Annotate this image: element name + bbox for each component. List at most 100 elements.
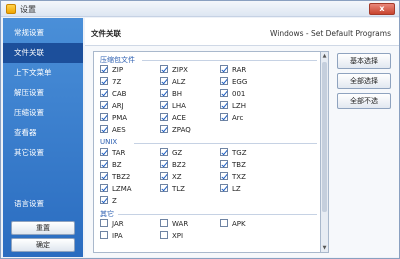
checkbox-empty-icon[interactable] (100, 219, 108, 227)
file-type-checkbox-zipx[interactable]: ZIPX (160, 65, 188, 75)
checkbox-checked-icon[interactable] (220, 113, 228, 121)
file-type-checkbox-rar[interactable]: RAR (220, 65, 246, 75)
file-type-checkbox-txz[interactable]: TXZ (220, 172, 246, 182)
scroll-down-icon[interactable]: ▼ (321, 244, 328, 252)
file-type-label: PMA (112, 114, 128, 122)
file-type-checkbox-7z[interactable]: 7Z (100, 77, 121, 87)
file-type-checkbox-cab[interactable]: CAB (100, 89, 126, 99)
file-type-checkbox-arj[interactable]: ARJ (100, 101, 124, 111)
checkbox-checked-icon[interactable] (100, 196, 108, 204)
scroll-thumb[interactable] (322, 62, 327, 212)
file-type-checkbox-tlz[interactable]: TLZ (160, 184, 185, 194)
checkbox-checked-icon[interactable] (160, 125, 168, 133)
file-type-checkbox-tgz[interactable]: TGZ (220, 148, 247, 158)
select-none-button[interactable]: 全部不选 (337, 93, 391, 109)
file-type-checkbox-bz[interactable]: BZ (100, 160, 122, 170)
checkbox-checked-icon[interactable] (100, 160, 108, 168)
file-type-checkbox-lzh[interactable]: LZH (220, 101, 246, 111)
file-type-label: LZMA (112, 185, 132, 193)
ok-button[interactable]: 确定 (11, 238, 75, 252)
checkbox-checked-icon[interactable] (160, 77, 168, 85)
checkbox-checked-icon[interactable] (100, 65, 108, 73)
checkbox-checked-icon[interactable] (100, 101, 108, 109)
checkbox-checked-icon[interactable] (220, 65, 228, 73)
file-type-checkbox-pma[interactable]: PMA (100, 113, 127, 123)
file-type-checkbox-ipa[interactable]: IPA (100, 231, 123, 241)
default-programs-link[interactable]: Windows - Set Default Programs (270, 29, 391, 38)
select-all-button[interactable]: 全部选择 (337, 73, 391, 89)
checkbox-checked-icon[interactable] (220, 160, 228, 168)
close-button[interactable]: x (369, 3, 395, 15)
checkbox-checked-icon[interactable] (160, 172, 168, 180)
file-type-checkbox-bh[interactable]: BH (160, 89, 182, 99)
app-icon (6, 4, 16, 14)
sidebar-item-language[interactable]: 语言设置 (3, 194, 83, 214)
file-type-label: 7Z (112, 78, 122, 86)
checkbox-checked-icon[interactable] (160, 101, 168, 109)
file-type-checkbox-zip[interactable]: ZIP (100, 65, 123, 75)
checkbox-empty-icon[interactable] (220, 219, 228, 227)
file-type-label: ARJ (112, 102, 124, 110)
sidebar-item-compress[interactable]: 压缩设置 (3, 103, 83, 123)
checkbox-checked-icon[interactable] (100, 89, 108, 97)
checkbox-checked-icon[interactable] (100, 113, 108, 121)
settings-window: 设置 x 常规设置 文件关联 上下文菜单 解压设置 压缩设置 查看器 其它设置 … (0, 0, 400, 259)
file-type-label: TAR (112, 149, 126, 157)
checkbox-checked-icon[interactable] (100, 172, 108, 180)
file-type-checkbox-apk[interactable]: APK (220, 219, 246, 229)
checkbox-checked-icon[interactable] (100, 184, 108, 192)
file-type-checkbox-zpaq[interactable]: ZPAQ (160, 125, 191, 135)
checkbox-empty-icon[interactable] (160, 219, 168, 227)
checkbox-checked-icon[interactable] (160, 89, 168, 97)
sidebar-item-other[interactable]: 其它设置 (3, 143, 83, 163)
basic-select-button[interactable]: 基本选择 (337, 53, 391, 69)
list-scrollbar[interactable]: ▲ ▼ (321, 51, 329, 253)
file-type-checkbox-lz[interactable]: LZ (220, 184, 241, 194)
file-type-checkbox-arc[interactable]: Arc (220, 113, 243, 123)
file-type-checkbox-jar[interactable]: JAR (100, 219, 124, 229)
sidebar-item-viewer[interactable]: 查看器 (3, 123, 83, 143)
file-type-label: TGZ (232, 149, 247, 157)
file-type-label: EGG (232, 78, 248, 86)
file-type-checkbox-tar[interactable]: TAR (100, 148, 125, 158)
file-type-checkbox-tbz[interactable]: TBZ (220, 160, 246, 170)
checkbox-checked-icon[interactable] (100, 148, 108, 156)
file-type-checkbox-xpi[interactable]: XPI (160, 231, 183, 241)
file-type-checkbox-war[interactable]: WAR (160, 219, 188, 229)
checkbox-checked-icon[interactable] (160, 160, 168, 168)
checkbox-checked-icon[interactable] (220, 89, 228, 97)
checkbox-empty-icon[interactable] (100, 231, 108, 239)
checkbox-checked-icon[interactable] (220, 77, 228, 85)
checkbox-checked-icon[interactable] (100, 77, 108, 85)
file-type-checkbox-gz[interactable]: GZ (160, 148, 182, 158)
checkbox-checked-icon[interactable] (220, 101, 228, 109)
sidebar-item-general[interactable]: 常规设置 (3, 23, 83, 43)
file-type-list[interactable]: 压缩包文件 ZIP ZIPX RAR 7Z ALZ EGG CAB BH 001 ARJ LHA LZH… (93, 51, 321, 253)
checkbox-checked-icon[interactable] (160, 65, 168, 73)
file-type-checkbox-xz[interactable]: XZ (160, 172, 182, 182)
file-type-checkbox-aes[interactable]: AES (100, 125, 126, 135)
scroll-up-icon[interactable]: ▲ (321, 52, 328, 60)
file-type-checkbox-lzma[interactable]: LZMA (100, 184, 132, 194)
file-type-label: Arc (232, 114, 244, 122)
sidebar-item-file-association[interactable]: 文件关联 (3, 43, 83, 63)
file-type-checkbox-tbz2[interactable]: TBZ2 (100, 172, 130, 182)
file-type-checkbox-alz[interactable]: ALZ (160, 77, 185, 87)
file-type-checkbox-z[interactable]: Z (100, 196, 117, 206)
checkbox-checked-icon[interactable] (100, 125, 108, 133)
checkbox-checked-icon[interactable] (220, 148, 228, 156)
file-type-checkbox-ace[interactable]: ACE (160, 113, 186, 123)
checkbox-checked-icon[interactable] (160, 184, 168, 192)
checkbox-checked-icon[interactable] (160, 148, 168, 156)
file-type-checkbox-001[interactable]: 001 (220, 89, 245, 99)
checkbox-checked-icon[interactable] (220, 184, 228, 192)
sidebar-item-context-menu[interactable]: 上下文菜单 (3, 63, 83, 83)
checkbox-empty-icon[interactable] (160, 231, 168, 239)
sidebar-item-extract[interactable]: 解压设置 (3, 83, 83, 103)
file-type-checkbox-lha[interactable]: LHA (160, 101, 186, 111)
checkbox-checked-icon[interactable] (160, 113, 168, 121)
checkbox-checked-icon[interactable] (220, 172, 228, 180)
file-type-checkbox-bz2[interactable]: BZ2 (160, 160, 186, 170)
file-type-checkbox-egg[interactable]: EGG (220, 77, 247, 87)
reset-button[interactable]: 重置 (11, 221, 75, 235)
